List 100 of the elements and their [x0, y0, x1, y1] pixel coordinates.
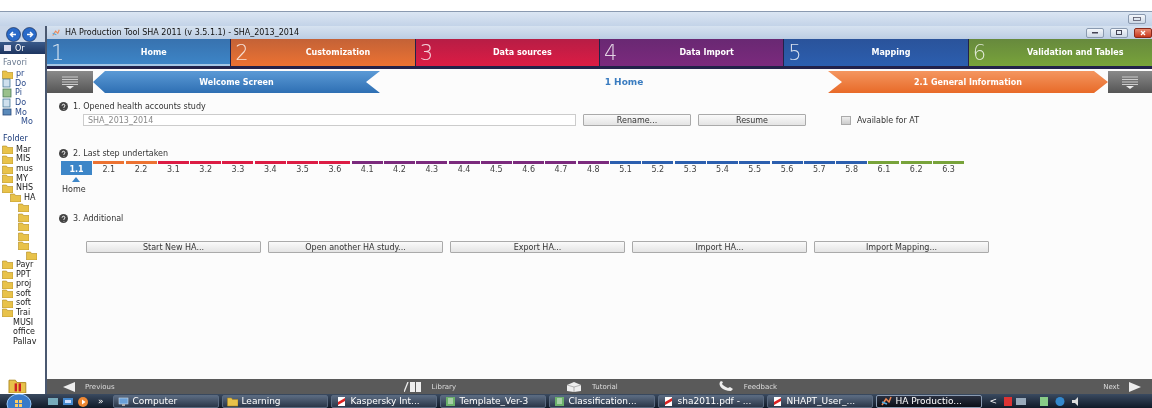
checkbox[interactable] [841, 115, 851, 125]
taskbar-button[interactable]: Learning [221, 394, 328, 408]
folder-label[interactable]: Mo [15, 107, 27, 117]
action-button[interactable]: Export HA... [450, 241, 625, 253]
step-button[interactable]: 4.7 [545, 161, 577, 175]
minimize-button[interactable] [1086, 27, 1104, 38]
step-button[interactable]: 6.3 [933, 161, 964, 175]
step-button[interactable]: 4.4 [448, 161, 480, 175]
folder-label[interactable]: MIS [16, 154, 31, 164]
previous-step-button[interactable]: Welcome Screen [93, 71, 380, 93]
step-button[interactable]: 4.2 [383, 161, 415, 175]
overflow-button[interactable]: » [98, 396, 104, 406]
step-button[interactable]: 3.6 [319, 161, 351, 175]
step-button[interactable]: 5.3 [674, 161, 706, 175]
folder-label[interactable]: proj [16, 279, 32, 289]
taskbar-button[interactable]: NHAPT_User_... [766, 394, 873, 408]
folder-label[interactable]: Do [15, 98, 27, 108]
menu-button[interactable] [1108, 71, 1152, 93]
folder-label[interactable]: MUSI [13, 317, 34, 327]
folder-icon [18, 201, 29, 212]
folder-label[interactable]: NHS [16, 183, 34, 193]
taskbar-button[interactable]: HA Productio... [875, 394, 982, 408]
folder-label[interactable]: soft [16, 288, 31, 298]
folder-label[interactable]: mus [16, 164, 34, 174]
study-name-field[interactable]: SHA_2013_2014 [83, 114, 576, 126]
close-button[interactable] [1134, 27, 1152, 38]
folder-label[interactable]: Mar [16, 144, 32, 154]
step-button[interactable]: 2.2 [125, 161, 157, 175]
scroll-button[interactable]: < [989, 396, 998, 406]
help-icon[interactable] [59, 149, 68, 158]
step-tab[interactable]: 3 Data sources [415, 39, 599, 66]
folder-label[interactable]: Payr [16, 260, 34, 269]
taskbar-button[interactable]: Classification... [548, 394, 655, 408]
step-button[interactable]: 3.2 [190, 161, 222, 175]
maximize-button[interactable] [1110, 27, 1128, 38]
step-button[interactable]: 3.3 [222, 161, 254, 175]
folder-label[interactable]: soft [16, 298, 31, 308]
step-button[interactable]: 5.5 [739, 161, 771, 175]
caret-icon [72, 177, 80, 182]
step-button[interactable]: 5.8 [836, 161, 868, 175]
menu-button[interactable] [47, 71, 93, 93]
window-icon[interactable] [62, 395, 74, 407]
action-button[interactable]: Import Mapping... [814, 241, 989, 253]
step-button[interactable]: 6.2 [900, 161, 932, 175]
step-button[interactable]: 6.1 [868, 161, 900, 175]
folder-label[interactable]: office [13, 327, 35, 337]
folder-label[interactable]: MY [16, 173, 28, 183]
folder-label[interactable]: Mo [21, 117, 33, 127]
step-button[interactable]: 4.3 [416, 161, 448, 175]
folder-label[interactable]: pr [16, 69, 25, 79]
step-button[interactable]: 4.5 [480, 161, 512, 175]
step-button[interactable]: 5.4 [706, 161, 738, 175]
folder-icon [18, 221, 29, 232]
step-tab[interactable]: 5 Mapping [784, 39, 968, 66]
action-button[interactable]: Rename... [583, 114, 691, 126]
help-icon[interactable] [59, 102, 68, 111]
action-button[interactable]: Resume [698, 114, 806, 126]
taskbar-button[interactable]: Computer [112, 394, 219, 408]
step-button[interactable]: 3.1 [157, 161, 189, 175]
step-button[interactable]: 2.1 [93, 161, 125, 175]
step-button[interactable]: 1.1 [61, 161, 92, 175]
folder-label[interactable]: Trai [16, 307, 31, 317]
action-button[interactable]: Start New HA... [86, 241, 261, 253]
close-icon [1140, 29, 1146, 36]
step-button[interactable]: 4.1 [351, 161, 383, 175]
help-icon[interactable] [59, 214, 68, 223]
folder-label[interactable]: PPT [16, 269, 31, 279]
folder-icon [2, 288, 13, 299]
folder-icon [2, 173, 13, 184]
step-tab[interactable]: 4 Data Import [600, 39, 784, 66]
forward-icon[interactable] [22, 26, 37, 42]
step-button[interactable]: 4.6 [513, 161, 545, 175]
desktop-icon[interactable] [47, 395, 59, 407]
action-button[interactable]: Import HA... [632, 241, 807, 253]
step-button[interactable]: 5.1 [610, 161, 642, 175]
document-icon [662, 395, 674, 407]
spreadsheet-icon [553, 395, 565, 407]
folder-label[interactable]: HA [24, 192, 36, 202]
step-button[interactable]: 5.7 [803, 161, 835, 175]
action-button[interactable]: Open another HA study... [268, 241, 443, 253]
folder-label[interactable]: Pi [15, 88, 22, 98]
picture-icon [2, 88, 12, 98]
step-tab[interactable]: 1 Home [47, 39, 231, 66]
step-button[interactable]: 4.8 [577, 161, 609, 175]
document-icon [2, 78, 12, 89]
step-button[interactable]: 3.5 [287, 161, 319, 175]
media-player-icon[interactable] [77, 395, 89, 407]
start-button[interactable] [6, 394, 32, 408]
step-button[interactable]: 5.2 [642, 161, 674, 175]
back-icon[interactable] [6, 26, 21, 42]
taskbar-button[interactable]: sha2011.pdf - ... [657, 394, 764, 408]
restore-button[interactable] [1128, 14, 1146, 24]
taskbar-button[interactable]: Kaspersky Int... [330, 394, 437, 408]
computer-icon [117, 395, 129, 407]
step-button[interactable]: 3.4 [254, 161, 286, 175]
folder-label[interactable]: Do [15, 78, 27, 88]
step-button[interactable]: 5.6 [771, 161, 803, 175]
taskbar-button[interactable]: Template_Ver-3 [439, 394, 546, 408]
folder-label[interactable]: Pallav [13, 336, 37, 346]
organize-button[interactable]: Or [0, 42, 45, 54]
